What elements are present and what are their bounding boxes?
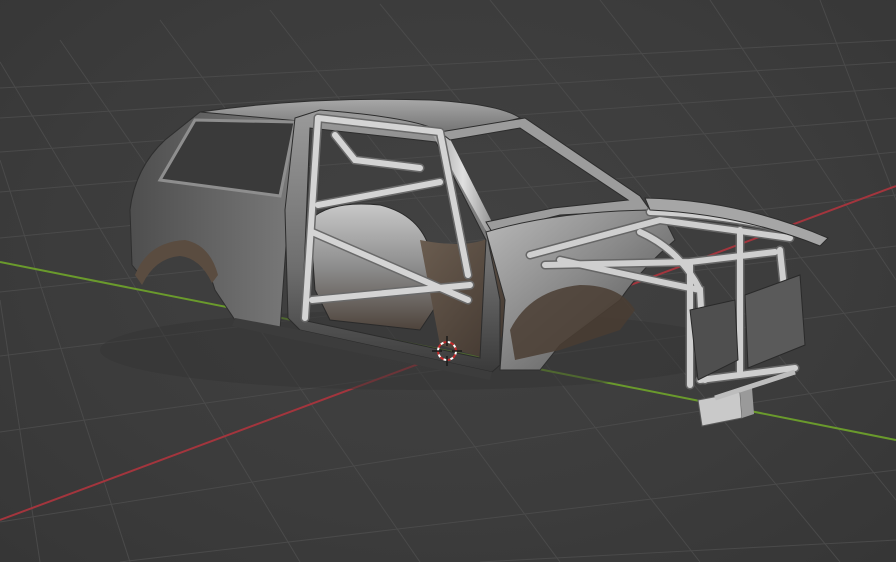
3d-viewport[interactable] [0,0,896,562]
front-nose-panel-right [744,274,806,369]
front-bumper-block-side [740,388,754,418]
car-body-model[interactable] [100,98,829,427]
front-nose-panel [689,299,739,381]
interior-seat [309,203,441,331]
viewport-canvas[interactable] [0,0,896,562]
